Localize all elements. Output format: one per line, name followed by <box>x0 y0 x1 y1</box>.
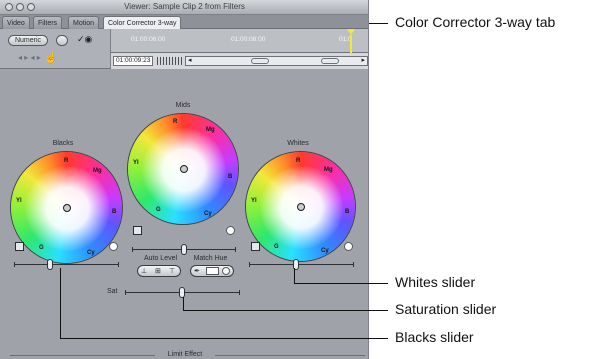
check-eye-icon[interactable]: ✓◉ <box>77 34 92 45</box>
reset-match-button[interactable] <box>222 267 230 275</box>
wheel-label-g: G <box>274 244 279 250</box>
blacks-reset-button[interactable] <box>109 242 118 251</box>
match-hue-label: Match Hue <box>193 255 228 262</box>
callout-tab-label: Color Corrector 3-way tab <box>395 14 556 30</box>
blacks-select-auto-balance-button[interactable] <box>15 242 24 251</box>
hand-cursor-icon: ☝ <box>44 52 58 64</box>
scroll-thumb[interactable] <box>321 58 339 64</box>
timeline-scrollbar[interactable]: ◂ ▸ <box>185 56 368 66</box>
mids-reset-button[interactable] <box>226 226 235 235</box>
whites-color-wheel[interactable]: R Mg B Cy G Yl <box>245 151 356 262</box>
auto-level-label: Auto Level <box>143 255 178 262</box>
viewer-window: Viewer: Sample Clip 2 from Filters Video… <box>0 0 369 359</box>
whites-balance-puck[interactable] <box>297 203 305 211</box>
auto-level-buttons: ⊥ ⊞ ⊤ <box>137 265 181 277</box>
callout-line-blacks <box>60 268 61 339</box>
timecode-field[interactable]: 01:00:09:23 <box>113 56 153 66</box>
color-corrector-panel: Blacks R Mg B Cy G Yl Mids R Mg B Cy G Y… <box>0 69 368 359</box>
callout-line-whites <box>294 283 388 284</box>
callout-line-whites <box>294 268 295 284</box>
wheel-label-yl: Yl <box>251 198 257 204</box>
callout-saturation-label: Saturation slider <box>395 301 497 317</box>
limit-effect-label[interactable]: Limit Effect <box>155 351 215 358</box>
match-hue-buttons: ✒ <box>190 265 234 277</box>
blacks-color-wheel[interactable]: R Mg B Cy G Yl <box>10 151 123 264</box>
tab-motion[interactable]: Motion <box>68 16 100 29</box>
wheel-label-mg: Mg <box>93 168 102 174</box>
whites-slider-track[interactable] <box>249 264 353 265</box>
whites-select-auto-balance-button[interactable] <box>251 242 260 251</box>
visibility-toggle-button[interactable] <box>56 35 68 46</box>
wheel-label-g: G <box>156 207 161 213</box>
eyedropper-icon[interactable]: ✒ <box>194 267 200 276</box>
window-title: Viewer: Sample Clip 2 from Filters <box>124 2 245 11</box>
slider-end <box>239 290 240 295</box>
mids-title: Mids <box>175 102 191 109</box>
scroll-left-icon[interactable]: ◂ <box>188 57 192 65</box>
timeline[interactable]: 01:00:06:00 01:00:08:00 01:0 01:00:09:23… <box>110 29 368 69</box>
wheel-label-b: B <box>228 174 233 180</box>
tab-video[interactable]: Video <box>2 16 30 29</box>
auto-white-level-button[interactable]: ⊤ <box>169 267 175 276</box>
numeric-button[interactable]: Numeric <box>8 35 48 46</box>
callout-line-blacks <box>60 338 388 339</box>
slider-end <box>235 247 236 252</box>
mids-select-auto-balance-button[interactable] <box>133 226 142 235</box>
callout-blacks-label: Blacks slider <box>395 329 474 345</box>
wheel-label-cy: Cy <box>321 248 329 254</box>
callout-line-sat <box>183 310 388 311</box>
wheel-label-cy: Cy <box>87 250 95 256</box>
sat-label: Sat <box>107 288 118 295</box>
zoom-slider[interactable] <box>157 57 183 65</box>
canvas: { "window": { "title": "Viewer: Sample C… <box>0 0 590 359</box>
mids-slider-thumb[interactable] <box>180 244 187 255</box>
ruler-tick: 01:00:06:00 <box>131 36 166 43</box>
wheel-label-r: R <box>296 158 301 164</box>
match-color-swatch[interactable] <box>206 267 219 275</box>
wheel-label-mg: Mg <box>206 127 215 133</box>
blacks-title: Blacks <box>52 140 74 147</box>
wheel-label-yl: Yl <box>133 160 139 166</box>
scroll-right-icon[interactable]: ▸ <box>361 57 365 65</box>
timeline-nav: 01:00:09:23 ◂ ▸ <box>111 53 368 69</box>
wheel-label-r: R <box>64 158 69 164</box>
whites-reset-button[interactable] <box>344 242 353 251</box>
scroll-thumb[interactable] <box>251 58 269 64</box>
blacks-slider-track[interactable] <box>14 264 118 265</box>
callout-line-tab <box>369 23 388 24</box>
playhead-line <box>350 35 352 53</box>
control-bar: Numeric ✓◉ ◂ ▸ ◂ ▸ ☝ 01:00:06:00 01:00:0… <box>0 29 368 69</box>
timeline-ruler[interactable]: 01:00:06:00 01:00:08:00 01:0 <box>111 29 368 53</box>
wheel-label-b: B <box>112 209 117 215</box>
tab-color-corrector-3-way[interactable]: Color Corrector 3-way <box>103 16 182 29</box>
callout-whites-label: Whites slider <box>395 274 476 290</box>
wheel-label-g: G <box>39 245 44 251</box>
auto-black-level-button[interactable]: ⊥ <box>141 267 147 276</box>
slider-end <box>353 262 354 267</box>
title-bar: Viewer: Sample Clip 2 from Filters <box>0 0 368 15</box>
wheel-label-cy: Cy <box>204 211 212 217</box>
wheel-label-r: R <box>173 119 178 125</box>
wheel-label-b: B <box>345 209 350 215</box>
blacks-balance-puck[interactable] <box>63 204 71 212</box>
ruler-tick: 01:00:08:00 <box>231 36 266 43</box>
tab-bar: Video Filters Motion Color Corrector 3-w… <box>0 15 368 29</box>
whites-title: Whites <box>287 140 309 147</box>
saturation-slider-thumb[interactable] <box>179 287 185 298</box>
auto-contrast-button[interactable]: ⊞ <box>155 267 161 276</box>
blacks-slider-thumb[interactable] <box>47 259 54 270</box>
callout-line-sat <box>183 297 184 310</box>
slider-end <box>118 262 119 267</box>
mids-balance-puck[interactable] <box>180 165 188 173</box>
wheel-label-yl: Yl <box>16 198 22 204</box>
mids-color-wheel[interactable]: R Mg B Cy G Yl <box>127 113 239 225</box>
tab-filters[interactable]: Filters <box>33 16 63 29</box>
wheel-label-mg: Mg <box>324 167 333 173</box>
